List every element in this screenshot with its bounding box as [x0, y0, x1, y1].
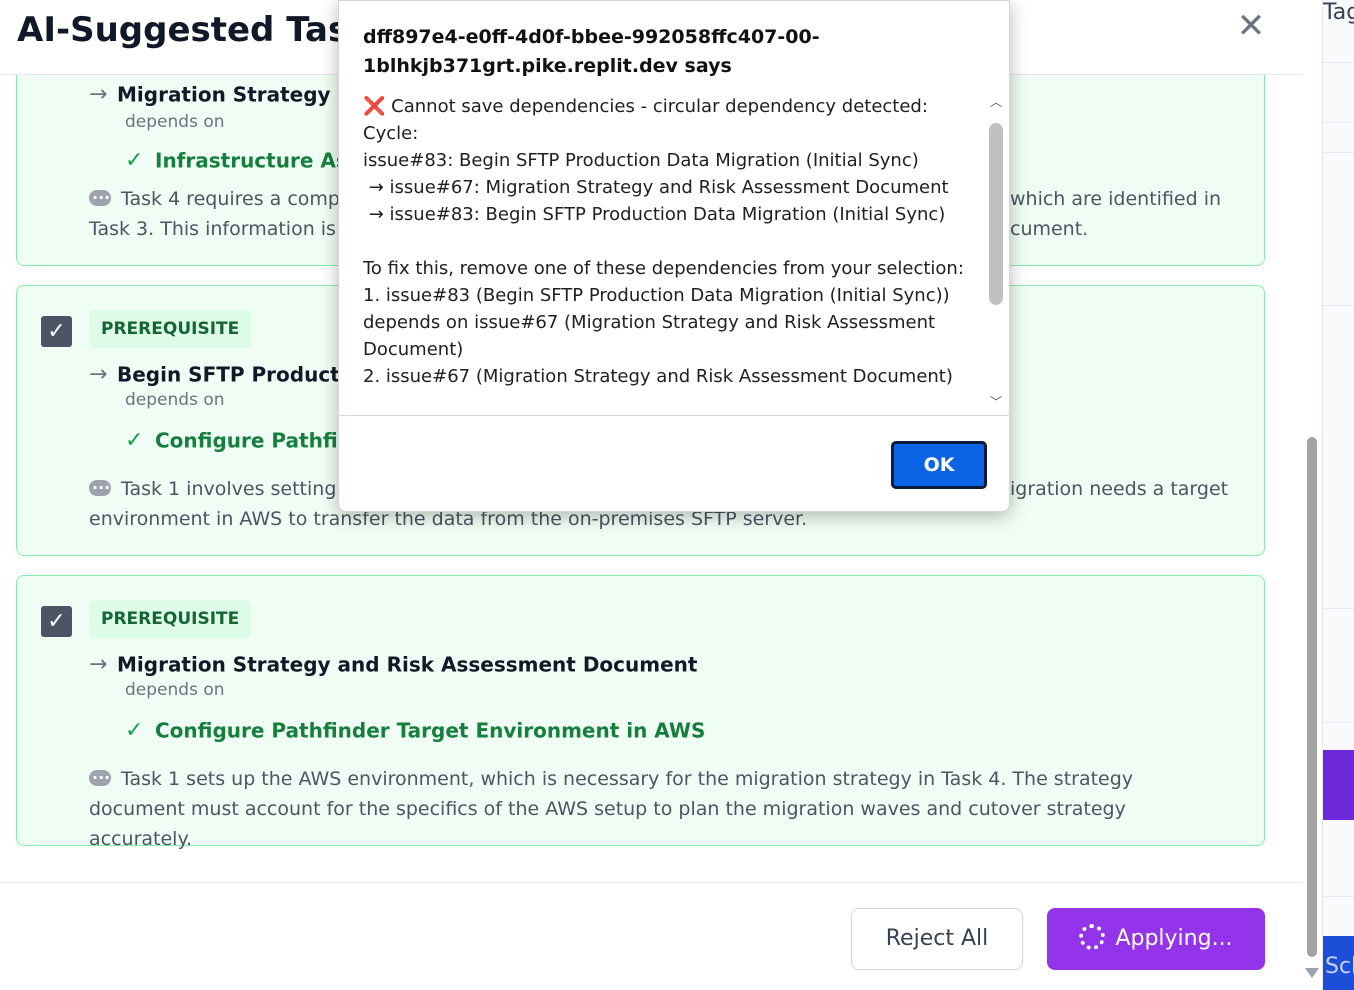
depends-on-label: depends on	[125, 390, 225, 410]
check-icon: ✓	[125, 148, 144, 173]
alert-divider	[339, 415, 1011, 416]
modal-footer: Reject All Applying...	[0, 882, 1302, 990]
card-checkbox[interactable]: ✓	[41, 606, 72, 637]
arrow-right-icon: →	[89, 82, 108, 107]
alert-message: ❌ Cannot save dependencies - circular de…	[363, 93, 983, 415]
comment-icon	[89, 183, 111, 213]
browser-alert-dialog: dff897e4-e0ff-4d0f-bbee-992058ffc407-00-…	[338, 0, 1011, 512]
arrow-right-icon: →	[89, 652, 108, 677]
alert-title: dff897e4-e0ff-4d0f-bbee-992058ffc407-00-…	[363, 26, 820, 77]
page-scrollbar-thumb[interactable]	[1307, 437, 1317, 957]
background-divider	[1323, 722, 1354, 723]
comment-icon	[89, 473, 111, 503]
background-divider	[1323, 608, 1354, 609]
scroll-down-icon[interactable]: ﹀	[990, 393, 1002, 410]
check-icon: ✓	[125, 428, 144, 453]
task-row: → Migration Strategy and	[89, 82, 380, 107]
depends-on-label: depends on	[125, 680, 225, 700]
page-scrollbar[interactable]	[1302, 0, 1322, 990]
prerequisite-badge: PREREQUISITE	[89, 600, 252, 638]
dependency-row: ✓ Configure Pathfinder Target Environment…	[125, 718, 705, 743]
scroll-down-icon[interactable]	[1305, 968, 1319, 978]
card-checkbox[interactable]: ✓	[41, 316, 72, 347]
arrow-right-icon: →	[89, 362, 108, 387]
background-divider	[1323, 122, 1354, 123]
reason-text: Task 1 sets up the AWS environment, whic…	[89, 763, 1229, 854]
reason-left: Task 1 involves setting u	[121, 478, 355, 500]
error-cross-icon: ❌	[363, 96, 386, 117]
background-footer-button[interactable]: Sch	[1323, 936, 1354, 990]
task-row: → Begin SFTP Production	[89, 362, 375, 387]
depends-on-label: depends on	[125, 112, 225, 132]
reject-all-button[interactable]: Reject All	[851, 908, 1023, 970]
alert-message-body: Cycle: issue#83: Begin SFTP Production D…	[363, 123, 964, 387]
background-divider	[1323, 152, 1354, 153]
background-divider	[1323, 305, 1354, 306]
reason-right: which are identified in	[1010, 188, 1222, 210]
alert-scrollbar-thumb[interactable]	[989, 123, 1003, 305]
background-tag-text: Tag	[1323, 0, 1354, 25]
check-icon: ✓	[125, 718, 144, 743]
prerequisite-badge: PREREQUISITE	[89, 310, 252, 348]
applying-button[interactable]: Applying...	[1047, 908, 1265, 970]
task-row: → Migration Strategy and Risk Assessment …	[89, 652, 697, 677]
ok-button[interactable]: OK	[891, 441, 987, 489]
background-app: Tag Sch	[1322, 0, 1354, 990]
reason-line2-right: cument.	[1010, 218, 1089, 240]
applying-label: Applying...	[1115, 926, 1233, 951]
modal-title: AI-Suggested Task	[17, 10, 371, 50]
dependency-card: ✓ PREREQUISITE → Migration Strategy and R…	[16, 575, 1265, 850]
dependency-title: Configure Pathfinder Target Environment …	[155, 718, 706, 743]
background-purple-block	[1323, 750, 1354, 820]
reason-body: Task 1 sets up the AWS environment, whic…	[89, 768, 1134, 850]
spinner-icon	[1079, 924, 1106, 950]
task-title: Begin SFTP Production	[117, 362, 375, 387]
scroll-up-icon[interactable]: ︿	[990, 93, 1002, 110]
background-divider	[1323, 896, 1354, 897]
reason-left: Task 4 requires a compr	[121, 188, 348, 210]
background-divider	[1323, 62, 1354, 63]
comment-icon	[89, 763, 111, 793]
alert-message-first-line: Cannot save dependencies - circular depe…	[391, 96, 928, 117]
alert-scrollbar[interactable]: ︿ ﹀	[987, 93, 1003, 415]
task-title: Migration Strategy and Risk Assessment D…	[117, 652, 698, 677]
close-icon[interactable]: ✕	[1236, 9, 1266, 43]
reason-right: igration needs a target	[1010, 478, 1229, 500]
